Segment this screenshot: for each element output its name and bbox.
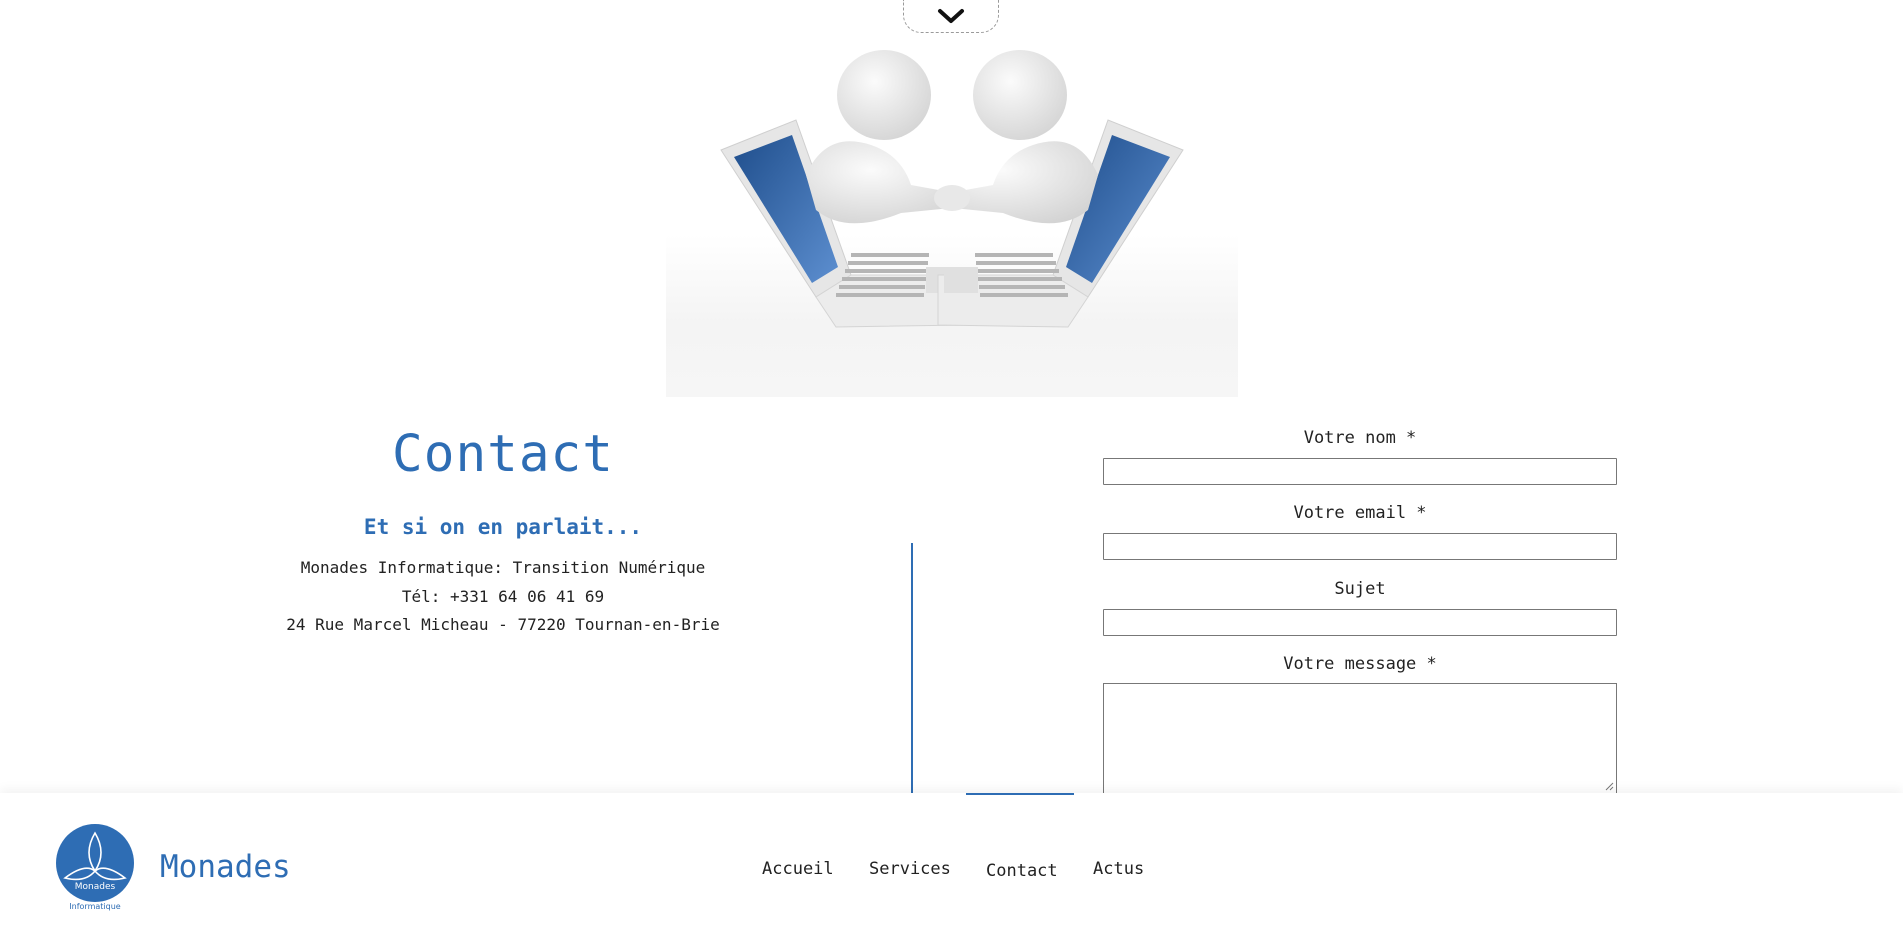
- email-label: Votre email *: [1293, 503, 1427, 523]
- name-input[interactable]: [1103, 458, 1617, 485]
- subject-input[interactable]: [1103, 609, 1617, 636]
- active-nav-indicator: [966, 793, 1074, 795]
- nav-contact[interactable]: Contact: [986, 861, 1058, 881]
- scroll-down-button[interactable]: [903, 0, 999, 33]
- message-label: Votre message *: [1283, 654, 1437, 674]
- company-line: Monades Informatique: Transition Numériq…: [300, 558, 706, 577]
- logo-caption: Informatique: [69, 902, 121, 911]
- contact-subtitle: Et si on en parlait...: [363, 515, 643, 539]
- nav-actus[interactable]: Actus: [1093, 859, 1144, 879]
- footer: Monades Informatique Monades Accueil Ser…: [0, 793, 1903, 941]
- nav-services[interactable]: Services: [869, 859, 951, 879]
- hero-image: [666, 35, 1238, 397]
- logo-text: Monades: [75, 882, 116, 892]
- vertical-divider: [911, 543, 913, 793]
- message-textarea[interactable]: [1103, 683, 1617, 793]
- contact-title: Contact: [392, 425, 614, 484]
- trinity-logo-icon: Monades: [56, 824, 134, 902]
- address-line: 24 Rue Marcel Micheau - 77220 Tournan-en…: [286, 615, 720, 634]
- phone-line: Tél: +331 64 06 41 69: [401, 587, 605, 606]
- email-input[interactable]: [1103, 533, 1617, 560]
- name-label: Votre nom *: [1303, 428, 1417, 448]
- subject-label: Sujet: [1334, 579, 1386, 599]
- brand-name[interactable]: Monades: [160, 849, 291, 885]
- handshake-laptops-illustration: [720, 50, 1184, 328]
- nav-accueil[interactable]: Accueil: [762, 859, 834, 879]
- chevron-down-icon: [938, 9, 964, 23]
- resize-grip-icon[interactable]: [1604, 781, 1614, 791]
